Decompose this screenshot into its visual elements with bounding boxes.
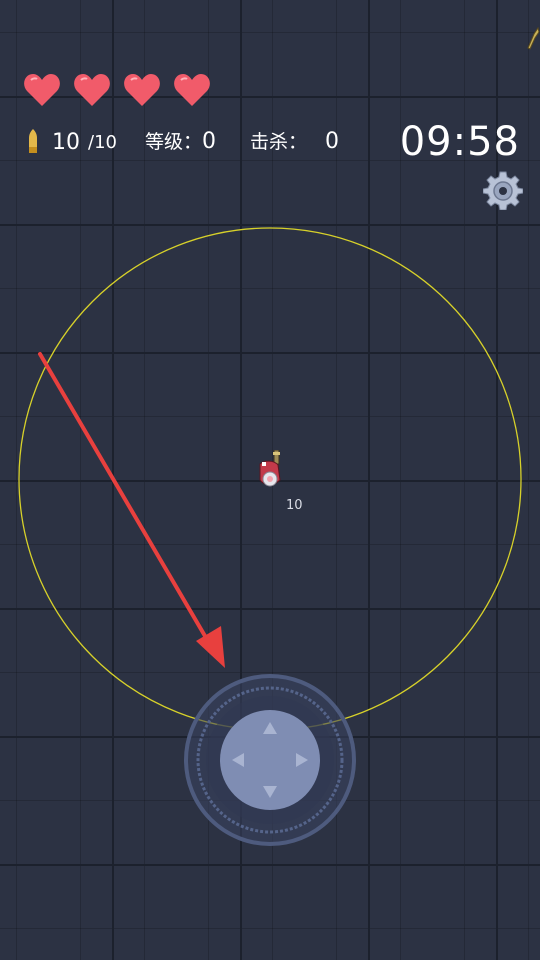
swipe-arrow-icon xyxy=(38,352,225,668)
player-character xyxy=(259,450,281,487)
virtual-joystick[interactable] xyxy=(184,674,356,846)
player-ammo-label: 10 xyxy=(286,498,303,513)
dpad-icon xyxy=(220,710,320,810)
